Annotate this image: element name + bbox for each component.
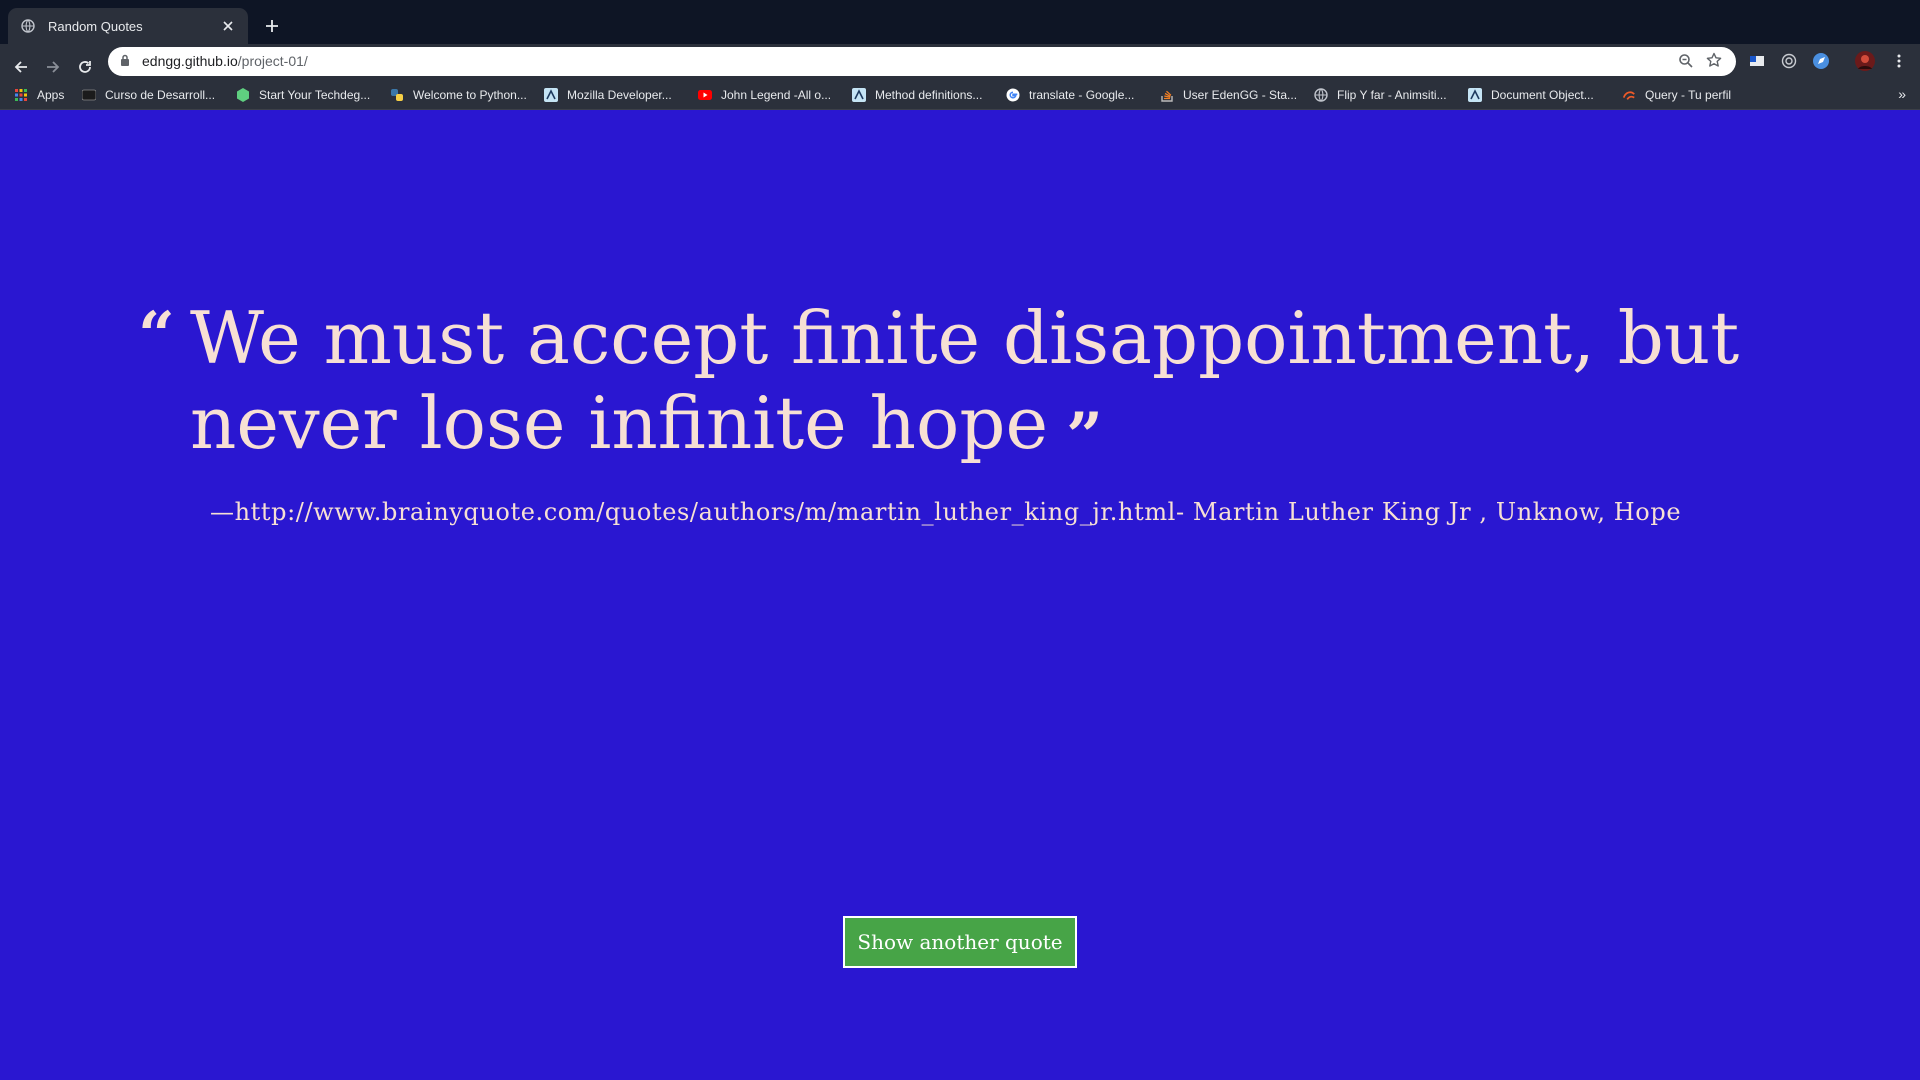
url-host: edngg.github.io xyxy=(142,53,238,69)
stackoverflow-icon xyxy=(1160,88,1174,102)
mdn-icon xyxy=(544,88,558,102)
close-icon[interactable] xyxy=(218,16,238,36)
arrow-right-icon xyxy=(47,61,60,73)
bookmark-label: Welcome to Python... xyxy=(413,88,527,102)
mdn-icon xyxy=(1468,88,1482,102)
bookmark-label: Curso de Desarroll... xyxy=(105,88,216,102)
quote-text-wrapper: We must accept finite disappointment, bu… xyxy=(190,296,1750,474)
quote-source: —http://www.brainyquote.com/quotes/autho… xyxy=(210,498,1682,526)
bookmark-label: Mozilla Developer... xyxy=(567,88,672,102)
bookmark-method-definitions[interactable]: Method definitions... xyxy=(852,86,982,104)
apps-grid-icon xyxy=(14,88,28,102)
bookmarks-bar: Apps Curso de Desarroll... Start Your Te… xyxy=(0,80,1920,110)
bookmark-query[interactable]: Query - Tu perfil xyxy=(1622,86,1731,104)
address-bar[interactable]: edngg.github.io/project-01/ xyxy=(108,47,1736,76)
query-icon xyxy=(1622,88,1636,102)
treehouse-icon xyxy=(236,88,250,102)
bookmark-label: Query - Tu perfil xyxy=(1645,88,1732,102)
bookmark-star-icon[interactable] xyxy=(1706,52,1722,73)
bookmark-curso[interactable]: Curso de Desarroll... xyxy=(82,86,215,104)
quote-block: “ We must accept finite disappointment, … xyxy=(138,296,1739,474)
bookmark-label: User EdenGG - Sta... xyxy=(1183,88,1298,102)
bookmark-apps[interactable]: Apps xyxy=(14,86,64,104)
bookmark-python[interactable]: Welcome to Python... xyxy=(390,86,527,104)
back-button[interactable] xyxy=(8,54,34,80)
google-icon xyxy=(1006,88,1020,102)
close-quote-mark: ” xyxy=(1066,399,1103,474)
arrow-left-icon xyxy=(14,61,27,73)
bookmark-flip[interactable]: Flip Y far - Animsiti... xyxy=(1314,86,1447,104)
tab-random-quotes[interactable]: Random Quotes xyxy=(8,8,248,44)
quote-text: We must accept finite disappointment, bu… xyxy=(190,296,1740,465)
globe-icon xyxy=(20,18,36,34)
bookmark-translate[interactable]: translate - Google... xyxy=(1006,86,1134,104)
lock-icon xyxy=(120,54,130,72)
zoom-icon[interactable] xyxy=(1678,53,1694,74)
extension-flag-icon[interactable] xyxy=(1745,49,1769,73)
tab-strip: Random Quotes xyxy=(0,0,1920,44)
bookmark-techdegree[interactable]: Start Your Techdeg... xyxy=(236,86,370,104)
youtube-icon xyxy=(698,88,712,102)
bookmark-label: Start Your Techdeg... xyxy=(259,88,371,102)
bookmark-site-icon xyxy=(82,88,96,102)
mdn-icon xyxy=(852,88,866,102)
reload-button[interactable] xyxy=(72,54,98,80)
extension-target-icon[interactable] xyxy=(1777,49,1801,73)
reload-icon xyxy=(79,61,91,73)
bookmark-john-legend[interactable]: John Legend -All o... xyxy=(698,86,831,104)
tab-title: Random Quotes xyxy=(48,18,143,34)
python-icon xyxy=(390,88,404,102)
bookmark-label: John Legend -All o... xyxy=(721,88,832,102)
forward-button[interactable] xyxy=(40,54,66,80)
bookmark-document-object[interactable]: Document Object... xyxy=(1468,86,1594,104)
bookmark-label: Apps xyxy=(37,88,65,102)
new-tab-button[interactable] xyxy=(260,14,284,38)
globe-icon xyxy=(1314,88,1328,102)
bookmark-label: translate - Google... xyxy=(1029,88,1135,102)
bookmark-mdn[interactable]: Mozilla Developer... xyxy=(544,86,672,104)
show-another-quote-button[interactable]: Show another quote xyxy=(843,916,1077,968)
bookmarks-overflow-button[interactable]: » xyxy=(1898,86,1906,102)
bookmark-label: Flip Y far - Animsiti... xyxy=(1337,88,1447,102)
extension-compass-icon[interactable] xyxy=(1809,49,1833,73)
open-quote-mark: “ xyxy=(138,298,175,373)
url-text: edngg.github.io/project-01/ xyxy=(142,53,308,69)
bookmark-label: Document Object... xyxy=(1491,88,1594,102)
url-path: /project-01/ xyxy=(237,53,308,69)
more-menu-icon[interactable] xyxy=(1887,49,1911,73)
bookmark-stackoverflow[interactable]: User EdenGG - Sta... xyxy=(1160,86,1297,104)
bookmark-label: Method definitions... xyxy=(875,88,983,102)
avatar[interactable] xyxy=(1853,49,1877,73)
